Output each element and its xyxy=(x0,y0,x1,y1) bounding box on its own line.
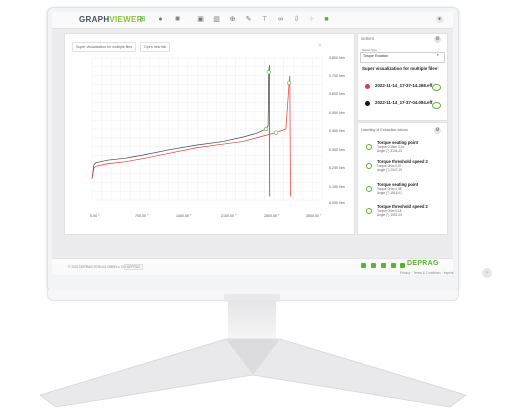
bar-chart-icon[interactable]: ▥ xyxy=(212,15,221,24)
extraction-point-marker xyxy=(287,80,292,85)
file-item-name[interactable]: 2022-11-14_17-37-14.268.eff xyxy=(375,83,432,88)
line-chart[interactable] xyxy=(70,56,326,204)
y-tick-label: 0.500 Nm xyxy=(329,111,345,115)
item-line: Angle (°) 2047,19 xyxy=(377,168,402,172)
extraction-point-marker xyxy=(266,70,271,75)
email-icon[interactable] xyxy=(361,263,366,268)
extraction-point-marker xyxy=(273,130,279,135)
labelling-panel-title: Labelling of Extraction values xyxy=(361,128,408,132)
x-tick-label: 2100.00 ° xyxy=(221,214,237,218)
list-item[interactable]: Torque threshold speed 2 Torque 0Nm 0,57… xyxy=(377,159,428,172)
list-item[interactable]: Torque threshold speed 2 Torque 0Nm 0,18… xyxy=(377,204,428,217)
y-tick-label: 0.400 Nm xyxy=(329,129,345,133)
link-icon[interactable]: ∞ xyxy=(276,15,285,24)
list-item[interactable]: Torque seating point Torque 0Nm 0,38 Ang… xyxy=(377,182,418,195)
cursor-icon[interactable]: ● xyxy=(156,15,165,24)
stand-base xyxy=(40,338,466,408)
eye-icon[interactable] xyxy=(432,84,441,91)
close-chart-icon[interactable]: × xyxy=(318,43,322,49)
point-marker-icon xyxy=(366,144,372,150)
item-line: Angle (°) 1915,01 xyxy=(377,191,402,195)
series-panel-title: SERIES xyxy=(361,37,375,41)
point-marker-icon xyxy=(366,186,372,192)
grid-menu-icon[interactable]: ⁘ xyxy=(482,268,492,278)
footer-badge[interactable]: DEPRAG xyxy=(124,264,144,270)
series-line-1 xyxy=(91,75,291,197)
settings-icon[interactable]: ✺ xyxy=(173,15,182,24)
eye-icon[interactable] xyxy=(432,102,441,109)
x-tick-label: 2800.00 ° xyxy=(264,214,280,218)
panel-settings-icon[interactable]: ⚙ xyxy=(434,36,441,43)
series-color-dot xyxy=(365,84,370,89)
twitter-icon[interactable] xyxy=(391,263,396,268)
zoom-icon[interactable]: ⊕ xyxy=(228,15,237,24)
grid-icon[interactable]: ⁘ xyxy=(307,15,316,24)
user-icon[interactable]: ● xyxy=(436,16,443,23)
x-tick-label: 700.00 ° xyxy=(135,214,149,218)
chip-super-visualization[interactable]: Super visualization for multiple files xyxy=(72,42,137,52)
x-tick-label: 1400.00 ° xyxy=(176,214,192,218)
chip-open-new-tab[interactable]: Open new tab xyxy=(140,42,171,52)
file-item-name[interactable]: 2022-11-14_17-37-04.094.eff xyxy=(375,100,432,105)
y-tick-label: 0.700 Nm xyxy=(329,74,345,78)
labelling-panel xyxy=(357,122,448,235)
mail-icon[interactable] xyxy=(400,263,405,268)
y-tick-label: 0.600 Nm xyxy=(329,92,345,96)
chevron-up-icon[interactable]: ˄ xyxy=(437,66,439,70)
filter-icon[interactable]: ⊤ xyxy=(260,15,269,24)
select-value: Torque Rotation xyxy=(363,54,389,58)
y-tick-label: 0.100 Nm xyxy=(329,185,345,189)
chevron-down-icon[interactable]: ▾ xyxy=(437,53,439,57)
footer-brand-logo[interactable]: DEPRAG xyxy=(407,260,439,267)
download-icon[interactable]: ⇩ xyxy=(292,15,301,24)
extraction-point-marker xyxy=(264,126,269,132)
list-item[interactable]: Torque seating point Torque 0,1Nm 3,1n A… xyxy=(377,140,418,153)
point-marker-icon xyxy=(366,163,372,169)
y-tick-label: 0.300 Nm xyxy=(329,148,345,152)
item-line: Angle (°) 1991,03 xyxy=(377,213,402,217)
footer-links[interactable]: Privacy · Terms & Conditions · Imprint xyxy=(400,271,453,275)
panel-settings-icon[interactable]: ⚙ xyxy=(434,127,441,134)
x-tick-label: 3500.00 ° xyxy=(306,214,322,218)
instagram-icon[interactable] xyxy=(371,263,376,268)
magic-wand-icon[interactable]: ✎ xyxy=(244,15,253,24)
logo-graph: GRAPH xyxy=(79,15,110,24)
footer-copyright: © 2022 DEPRAG SCHULZ GMBH u. CO. xyxy=(68,265,127,269)
item-line: Angle (°) 3144,40 xyxy=(377,149,402,153)
y-tick-label: 0.200 Nm xyxy=(329,166,345,170)
layers-icon[interactable]: ▣ xyxy=(196,15,205,24)
app-logo[interactable]: GRAPHVIEWER xyxy=(79,15,143,24)
export-icon[interactable]: ■ xyxy=(322,15,331,24)
section-title: Super visualization for multiple files xyxy=(362,66,438,71)
point-marker-icon xyxy=(366,208,372,214)
x-tick-label: 0.00 ° xyxy=(90,214,100,218)
series-color-dot xyxy=(365,101,370,106)
add-chart-icon[interactable]: ⊞ xyxy=(138,15,147,24)
y-tick-label: 0.000 Nm xyxy=(329,201,345,205)
facebook-icon[interactable] xyxy=(381,263,386,268)
y-tick-label: 0.800 Nm xyxy=(329,56,345,60)
